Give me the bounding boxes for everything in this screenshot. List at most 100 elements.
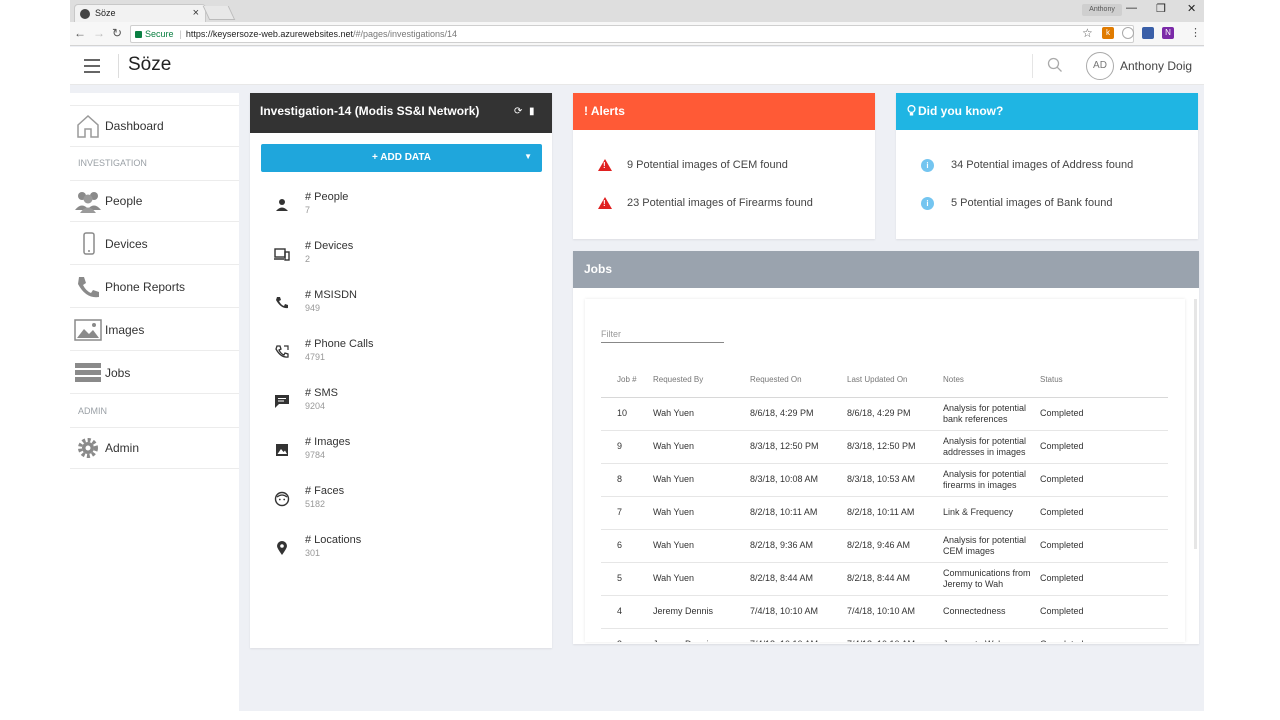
stat-sms[interactable]: # SMS 9204 bbox=[250, 387, 552, 431]
notes: Analysis for potential firearms in image… bbox=[943, 463, 1040, 497]
search-icon[interactable] bbox=[1047, 57, 1063, 73]
warning-triangle-icon bbox=[598, 159, 612, 171]
column-header[interactable]: Job # bbox=[601, 363, 653, 398]
table-row[interactable]: 4 Jeremy Dennis 7/4/18, 10:10 AM 7/4/18,… bbox=[601, 595, 1168, 629]
last-updated-on: 8/2/18, 8:44 AM bbox=[847, 562, 943, 596]
gear-icon bbox=[78, 438, 98, 458]
sidebar-item-devices[interactable]: Devices bbox=[70, 223, 239, 265]
status: Completed bbox=[1040, 595, 1168, 629]
table-row[interactable]: 10 Wah Yuen 8/6/18, 4:29 PM 8/6/18, 4:29… bbox=[601, 397, 1168, 431]
column-header[interactable]: Last Updated On bbox=[847, 363, 943, 398]
restore-button[interactable]: ❐ bbox=[1156, 2, 1166, 15]
requested-on: 7/4/18, 10:10 AM bbox=[750, 595, 847, 629]
table-row[interactable]: 9 Wah Yuen 8/3/18, 12:50 PM 8/3/18, 12:5… bbox=[601, 430, 1168, 464]
user-name[interactable]: Anthony Doig bbox=[1120, 59, 1192, 73]
investigation-panel: Investigation-14 (Modis SS&I Network) ⟳ … bbox=[250, 93, 552, 648]
last-updated-on: 8/2/18, 10:11 AM bbox=[847, 496, 943, 530]
stat-phone-calls[interactable]: # Phone Calls 4791 bbox=[250, 338, 552, 382]
notes: Analysis for potential CEM images bbox=[943, 529, 1040, 563]
notes: Connectedness bbox=[943, 595, 1040, 629]
server-stack-icon bbox=[75, 363, 101, 382]
status: Completed bbox=[1040, 430, 1168, 464]
table-row[interactable]: 3 Jeremy Dennis 7/4/18, 10:10 AM 7/4/18,… bbox=[601, 628, 1168, 642]
minimize-button[interactable]: — bbox=[1126, 2, 1137, 14]
chevron-down-icon[interactable]: ▼ bbox=[524, 152, 532, 161]
stat-label: # Images bbox=[305, 436, 351, 448]
stat-devices[interactable]: # Devices 2 bbox=[250, 240, 552, 284]
stat-label: # People bbox=[305, 191, 349, 203]
tip-message[interactable]: 5 Potential images of Bank found bbox=[951, 197, 1112, 209]
new-tab-button[interactable] bbox=[202, 6, 236, 20]
back-arrow-icon[interactable]: ← bbox=[74, 26, 86, 40]
requested-by: Wah Yuen bbox=[653, 529, 750, 563]
stat-value: 7 bbox=[305, 205, 311, 215]
jobs-title: Jobs bbox=[584, 262, 613, 276]
stat-value: 9204 bbox=[305, 401, 326, 411]
location-icon bbox=[277, 541, 287, 555]
bookmark-star-icon[interactable]: ☆ bbox=[1082, 26, 1093, 40]
profile-badge[interactable]: Anthony bbox=[1082, 4, 1122, 16]
investigation-header: Investigation-14 (Modis SS&I Network) ⟳ … bbox=[250, 93, 552, 133]
sidebar-item-dashboard[interactable]: Dashboard bbox=[70, 105, 239, 147]
sidebar-item-label: Jobs bbox=[105, 366, 131, 380]
hamburger-menu-icon[interactable] bbox=[84, 59, 100, 73]
table-row[interactable]: 6 Wah Yuen 8/2/18, 9:36 AM 8/2/18, 9:46 … bbox=[601, 529, 1168, 563]
url-input[interactable]: Secure | https://keysersoze-web.azurewebsi… bbox=[130, 25, 1134, 43]
sidebar-item-jobs[interactable]: Jobs bbox=[70, 352, 239, 394]
last-updated-on: 8/2/18, 9:46 AM bbox=[847, 529, 943, 563]
column-header[interactable]: Status bbox=[1040, 363, 1168, 398]
extension-k-icon[interactable]: k bbox=[1102, 27, 1114, 39]
call-log-icon bbox=[275, 345, 289, 358]
stat-label: # Phone Calls bbox=[305, 338, 374, 350]
address-bar: ← → ↻ Secure | https://keysersoze-web.azur… bbox=[70, 22, 1204, 46]
mobile-phone-icon bbox=[83, 232, 95, 255]
jobs-table: Job # Requested By Requested On Last Upd… bbox=[601, 363, 1168, 642]
phone-handset-icon bbox=[78, 277, 99, 298]
column-header[interactable]: Requested On bbox=[750, 363, 847, 398]
extension-circle-icon[interactable] bbox=[1122, 27, 1134, 39]
last-updated-on: 8/3/18, 10:53 AM bbox=[847, 463, 943, 497]
alert-message[interactable]: 9 Potential images of CEM found bbox=[627, 159, 788, 171]
sidebar-item-admin[interactable]: Admin bbox=[70, 427, 239, 469]
tab-close-icon[interactable]: × bbox=[193, 7, 199, 19]
stat-people[interactable]: # People 7 bbox=[250, 191, 552, 235]
trash-icon[interactable]: ▮ bbox=[529, 106, 535, 117]
browser-tab[interactable]: Söze × bbox=[74, 4, 206, 22]
add-data-label: + ADD DATA bbox=[372, 152, 431, 163]
table-row[interactable]: 7 Wah Yuen 8/2/18, 10:11 AM 8/2/18, 10:1… bbox=[601, 496, 1168, 530]
table-row[interactable]: 8 Wah Yuen 8/3/18, 10:08 AM 8/3/18, 10:5… bbox=[601, 463, 1168, 497]
investigation-title: Investigation-14 (Modis SS&I Network) bbox=[260, 104, 480, 118]
close-window-button[interactable]: ✕ bbox=[1187, 2, 1196, 15]
stat-msisdn[interactable]: # MSISDN 949 bbox=[250, 289, 552, 333]
sidebar: Dashboard INVESTIGATION People Devices P… bbox=[70, 93, 239, 711]
app-logo[interactable]: Söze bbox=[128, 54, 171, 76]
browser-menu-icon[interactable]: ⋮ bbox=[1190, 26, 1201, 39]
column-header[interactable]: Notes bbox=[943, 363, 1040, 398]
forward-arrow-icon[interactable]: → bbox=[93, 26, 105, 40]
sidebar-item-phone-reports[interactable]: Phone Reports bbox=[70, 266, 239, 308]
notes: Analysis for potential addresses in imag… bbox=[943, 430, 1040, 464]
onenote-extension-icon[interactable]: N bbox=[1162, 27, 1174, 39]
extension-shield-icon[interactable] bbox=[1142, 27, 1154, 39]
alert-message[interactable]: 23 Potential images of Firearms found bbox=[627, 197, 813, 209]
jobs-scrollbar[interactable] bbox=[1194, 299, 1197, 549]
sidebar-item-label: Devices bbox=[105, 237, 148, 251]
status: Completed bbox=[1040, 562, 1168, 596]
reload-icon[interactable]: ↻ bbox=[112, 26, 122, 40]
filter-input[interactable]: Filter bbox=[601, 329, 621, 339]
face-icon bbox=[274, 491, 290, 507]
job-id: 5 bbox=[601, 562, 653, 596]
stat-images[interactable]: # Images 9784 bbox=[250, 436, 552, 480]
add-data-button[interactable]: + ADD DATA ▼ bbox=[261, 144, 542, 172]
jobs-header: Jobs bbox=[573, 251, 1199, 288]
table-row[interactable]: 5 Wah Yuen 8/2/18, 8:44 AM 8/2/18, 8:44 … bbox=[601, 562, 1168, 596]
sidebar-item-images[interactable]: Images bbox=[70, 309, 239, 351]
sidebar-item-people[interactable]: People bbox=[70, 180, 239, 222]
tip-message[interactable]: 34 Potential images of Address found bbox=[951, 159, 1133, 171]
stat-faces[interactable]: # Faces 5182 bbox=[250, 485, 552, 529]
column-header[interactable]: Requested By bbox=[653, 363, 750, 398]
refresh-icon[interactable]: ⟳ bbox=[514, 106, 522, 117]
stat-locations[interactable]: # Locations 301 bbox=[250, 534, 552, 578]
avatar[interactable]: AD bbox=[1086, 52, 1114, 80]
tips-title: Did you know? bbox=[918, 104, 1004, 118]
